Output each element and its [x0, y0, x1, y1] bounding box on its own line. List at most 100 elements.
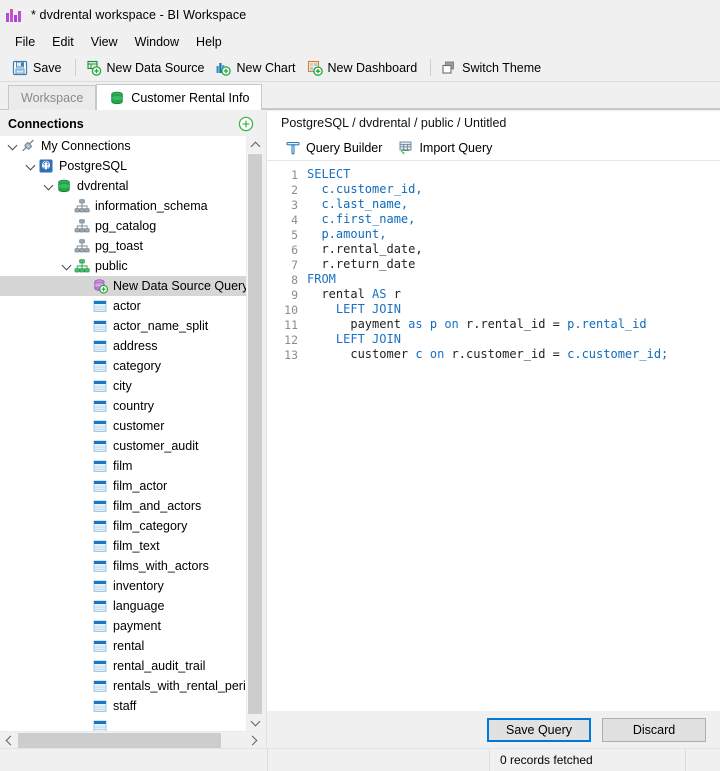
- menu-window[interactable]: Window: [127, 32, 187, 52]
- tree-node[interactable]: actor_name_split: [0, 316, 246, 336]
- tree-node[interactable]: customer: [0, 416, 246, 436]
- connections-panel: Connections My Connections PostgreSQL dvdr…: [0, 111, 262, 748]
- sql-token: c.first_name,: [321, 212, 416, 226]
- scroll-right-button[interactable]: [245, 732, 262, 749]
- new-chart-button[interactable]: New Chart: [211, 58, 302, 78]
- tree-node[interactable]: pg_catalog: [0, 216, 246, 236]
- tree-node[interactable]: film_text: [0, 536, 246, 556]
- tree-node-label: New Data Source Query: [113, 279, 246, 293]
- menu-file[interactable]: File: [7, 32, 43, 52]
- tree-node[interactable]: dvdrental: [0, 176, 246, 196]
- save-button[interactable]: Save: [8, 58, 69, 78]
- save-query-button[interactable]: Save Query: [487, 717, 591, 742]
- menu-help[interactable]: Help: [188, 32, 230, 52]
- status-bar: 0 records fetched: [0, 748, 720, 771]
- discard-button[interactable]: Discard: [602, 717, 706, 742]
- tree-vertical-scrollbar[interactable]: [246, 136, 262, 731]
- sql-code-area[interactable]: 1 SELECT 2 c.customer_id, 3 c.last_name, 4 c…: [267, 161, 720, 362]
- tree-node[interactable]: category: [0, 356, 246, 376]
- tree-node[interactable]: language: [0, 596, 246, 616]
- tree-node-label: actor: [113, 299, 141, 313]
- tab-customer-rental-info-label: Customer Rental Info: [131, 90, 250, 105]
- tree-node[interactable]: pg_toast: [0, 236, 246, 256]
- tree-node[interactable]: payment: [0, 616, 246, 636]
- scroll-up-button[interactable]: [247, 136, 262, 153]
- sql-token: r.rental_id =: [458, 317, 568, 331]
- menu-edit[interactable]: Edit: [44, 32, 82, 52]
- tree-node[interactable]: New Data Source Query: [0, 276, 246, 296]
- tree-node[interactable]: information_schema: [0, 196, 246, 216]
- sql-token: AS: [372, 287, 387, 301]
- title-bar: * dvdrental workspace - BI Workspace: [0, 0, 720, 30]
- connections-tree[interactable]: My Connections PostgreSQL dvdrental informa…: [0, 136, 246, 731]
- table-icon: [93, 580, 107, 592]
- scroll-left-button[interactable]: [0, 732, 17, 749]
- tree-node[interactable]: film_actor: [0, 476, 246, 496]
- tree-node[interactable]: staff: [0, 696, 246, 716]
- scroll-down-button[interactable]: [247, 714, 262, 731]
- chevron-down-icon[interactable]: [42, 176, 56, 196]
- tree-node-label: films_with_actors: [113, 559, 209, 573]
- new-dashboard-button[interactable]: New Dashboard: [303, 58, 425, 78]
- bar-chart-icon: [6, 6, 24, 24]
- tree-horizontal-scrollbar[interactable]: [0, 731, 262, 748]
- horizontal-scroll-thumb[interactable]: [18, 733, 221, 748]
- sql-token: r: [386, 287, 401, 301]
- sql-token: on: [444, 317, 459, 331]
- tree-node-label: customer: [113, 419, 165, 433]
- schema-green-icon: [74, 259, 90, 273]
- tree-node[interactable]: public: [0, 256, 246, 276]
- tree-node[interactable]: film: [0, 456, 246, 476]
- sql-editor[interactable]: 1 SELECT 2 c.customer_id, 3 c.last_name, 4 c…: [267, 161, 720, 711]
- main-split: Connections My Connections PostgreSQL dvdr…: [0, 111, 720, 748]
- tree-node[interactable]: city: [0, 376, 246, 396]
- tree-node[interactable]: rentals_with_rental_perio: [0, 676, 246, 696]
- tree-node-partial[interactable]: [0, 716, 246, 731]
- tree-node-label: language: [113, 599, 165, 613]
- tree-node[interactable]: address: [0, 336, 246, 356]
- line-number: 1: [291, 167, 298, 182]
- tree-node[interactable]: rental: [0, 636, 246, 656]
- tree-node-label: inventory: [113, 579, 164, 593]
- tree-node[interactable]: My Connections: [0, 136, 246, 156]
- tree-node[interactable]: actor: [0, 296, 246, 316]
- tree-node[interactable]: film_and_actors: [0, 496, 246, 516]
- chevron-down-icon[interactable]: [24, 156, 38, 176]
- new-data-source-button[interactable]: New Data Source: [82, 58, 212, 78]
- tree-node[interactable]: films_with_actors: [0, 556, 246, 576]
- chevron-down-icon[interactable]: [60, 256, 74, 276]
- tree-node[interactable]: rental_audit_trail: [0, 656, 246, 676]
- table-icon: [93, 560, 107, 572]
- new-query-icon: [94, 279, 108, 294]
- vertical-scroll-thumb[interactable]: [248, 154, 262, 714]
- schema-icon: [74, 199, 90, 213]
- chevron-down-icon[interactable]: [6, 136, 20, 156]
- tree-node[interactable]: inventory: [0, 576, 246, 596]
- tab-customer-rental-info[interactable]: Customer Rental Info: [96, 84, 263, 110]
- plug-icon: [22, 139, 34, 152]
- tree-node[interactable]: PostgreSQL: [0, 156, 246, 176]
- query-toolbar: Query Builder Import Query: [267, 135, 720, 161]
- status-records-fetched: 0 records fetched: [490, 748, 686, 771]
- tree-node[interactable]: film_category: [0, 516, 246, 536]
- query-builder-button[interactable]: Query Builder: [279, 138, 388, 158]
- query-panel: PostgreSQL / dvdrental / public / Untitl…: [266, 111, 720, 748]
- menu-view[interactable]: View: [83, 32, 126, 52]
- line-number: 6: [291, 242, 298, 257]
- tree-node[interactable]: customer_audit: [0, 436, 246, 456]
- tree-node[interactable]: country: [0, 396, 246, 416]
- plus-circle-icon[interactable]: [238, 116, 254, 132]
- import-query-button[interactable]: Import Query: [392, 138, 498, 158]
- switch-theme-button[interactable]: Switch Theme: [437, 58, 548, 78]
- tab-workspace[interactable]: Workspace: [8, 85, 97, 110]
- tree-node-label: film_text: [113, 539, 160, 553]
